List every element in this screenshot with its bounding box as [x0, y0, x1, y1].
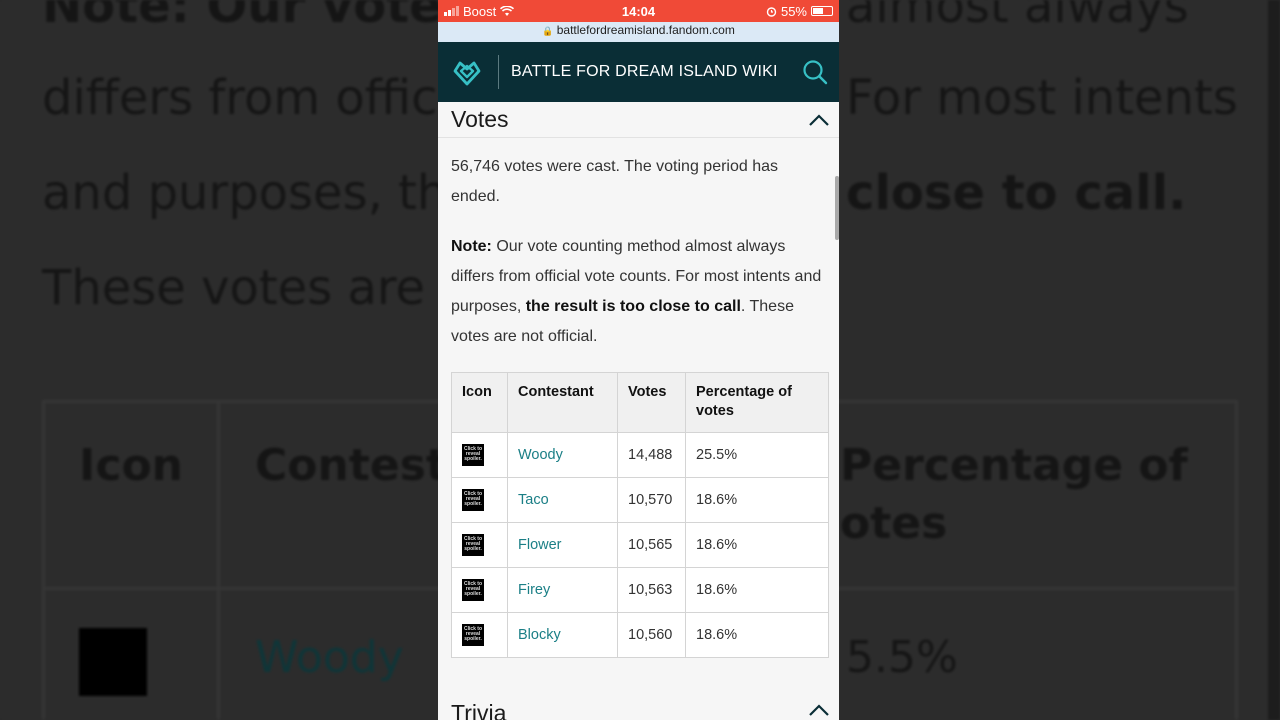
votes-cell: 10,563 — [617, 567, 686, 613]
status-right: 55% — [766, 4, 833, 19]
video-frame: Note: Our vote c almost always differs f… — [0, 0, 1280, 720]
contestant-link[interactable]: Flower — [507, 522, 618, 568]
votes-cell: 10,570 — [617, 477, 686, 523]
votes-cell: 10,560 — [617, 612, 686, 658]
section-header-votes[interactable]: Votes — [438, 102, 839, 138]
bg-edge — [1268, 0, 1280, 720]
table-row: Click to reveal spoiler. Taco 10,570 18.6% — [451, 477, 829, 523]
phone-screen: Boost 14:04 55% 🔒 battlefordreamisland.f… — [438, 0, 839, 720]
wifi-icon — [500, 5, 515, 16]
percentage-cell: 18.6% — [685, 522, 829, 568]
spoiler-thumbnail[interactable]: Click to reveal spoiler. — [462, 579, 484, 601]
contestant-link[interactable]: Woody — [507, 432, 618, 478]
table-row: Click to reveal spoiler. Flower 10,565 18.6… — [451, 522, 829, 568]
section-title-trivia: Trivia — [451, 700, 507, 720]
icon-cell: Click to reveal spoiler. — [451, 612, 508, 658]
table-row: Click to reveal spoiler. Blocky 10,560 18.6… — [451, 612, 829, 658]
contestant-link[interactable]: Firey — [507, 567, 618, 613]
th-percentage: Percentage of votes — [685, 372, 829, 433]
percentage-cell: 18.6% — [685, 567, 829, 613]
alarm-icon — [766, 6, 777, 17]
carrier-label: Boost — [463, 3, 497, 19]
spoiler-thumbnail[interactable]: Click to reveal spoiler. — [462, 489, 484, 511]
url-text: battlefordreamisland.fandom.com — [556, 23, 735, 37]
votes-table: Icon Contestant Votes Percentage of vote… — [451, 372, 829, 658]
table-row: Click to reveal spoiler. Woody 14,488 25.5% — [451, 432, 829, 478]
table-header-row: Icon Contestant Votes Percentage of vote… — [451, 372, 829, 433]
status-left: Boost — [444, 3, 515, 19]
chevron-up-icon[interactable] — [809, 700, 829, 720]
section-content: 56,746 votes were cast. The voting perio… — [438, 138, 839, 658]
note-bold: the result is too close to call — [525, 298, 741, 315]
note-paragraph: Note: Our vote counting method almost al… — [451, 232, 829, 352]
section-header-trivia[interactable]: Trivia — [438, 700, 839, 720]
spoiler-thumbnail[interactable]: Click to reveal spoiler. — [462, 444, 484, 466]
spoiler-thumbnail[interactable]: Click to reveal spoiler. — [462, 534, 484, 556]
battery-icon — [811, 6, 833, 16]
votes-cell: 10,565 — [617, 522, 686, 568]
contestant-link[interactable]: Blocky — [507, 612, 618, 658]
th-icon: Icon — [451, 372, 508, 433]
intro-paragraph: 56,746 votes were cast. The voting perio… — [451, 158, 779, 205]
spoiler-thumbnail[interactable]: Click to reveal spoiler. — [462, 624, 484, 646]
th-votes: Votes — [617, 372, 686, 433]
percentage-cell: 18.6% — [685, 477, 829, 523]
table-row: Click to reveal spoiler. Firey 10,563 18.6% — [451, 567, 829, 613]
votes-cell: 14,488 — [617, 432, 686, 478]
search-icon[interactable] — [801, 58, 829, 86]
icon-cell: Click to reveal spoiler. — [451, 432, 508, 478]
icon-cell: Click to reveal spoiler. — [451, 567, 508, 613]
scrollbar[interactable] — [835, 176, 839, 240]
fandom-logo-icon[interactable] — [450, 55, 484, 89]
percentage-cell: 18.6% — [685, 612, 829, 658]
th-contestant: Contestant — [507, 372, 618, 433]
battery-percent: 55% — [780, 3, 807, 19]
wiki-title[interactable]: BATTLE FOR DREAM ISLAND WIKI — [511, 63, 801, 81]
header-divider — [498, 55, 499, 89]
contestant-link[interactable]: Taco — [507, 477, 618, 523]
url-bar[interactable]: 🔒 battlefordreamisland.fandom.com — [438, 22, 839, 42]
chevron-up-icon[interactable] — [809, 110, 829, 130]
section-title: Votes — [451, 106, 509, 132]
note-label: Note: — [451, 238, 492, 255]
lock-icon: 🔒 — [542, 26, 554, 36]
percentage-cell: 25.5% — [685, 432, 829, 478]
icon-cell: Click to reveal spoiler. — [451, 522, 508, 568]
status-bar: Boost 14:04 55% — [438, 0, 839, 22]
icon-cell: Click to reveal spoiler. — [451, 477, 508, 523]
signal-icon — [444, 6, 459, 16]
wiki-header: BATTLE FOR DREAM ISLAND WIKI — [438, 42, 839, 102]
